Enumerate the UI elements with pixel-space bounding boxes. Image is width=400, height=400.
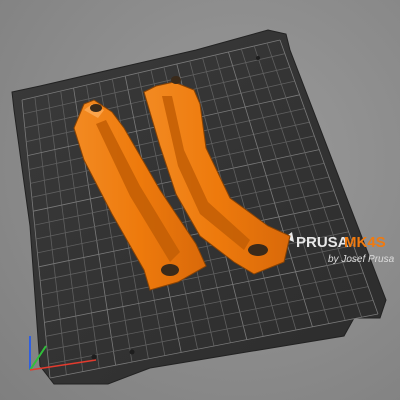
bed-screw-hole [256, 56, 260, 60]
bed-brand-text: PRUSA [296, 234, 349, 251]
bed-screw-hole [129, 349, 135, 355]
build-plate-scene[interactable]: PRUSA MK4S by Josef Prusa [0, 0, 400, 400]
bed-screw-hole [91, 354, 97, 360]
bed-byline-text: by Josef Prusa [328, 254, 395, 265]
bed-model-text: MK4S [344, 234, 386, 251]
3d-viewport[interactable]: PRUSA MK4S by Josef Prusa [0, 0, 400, 400]
